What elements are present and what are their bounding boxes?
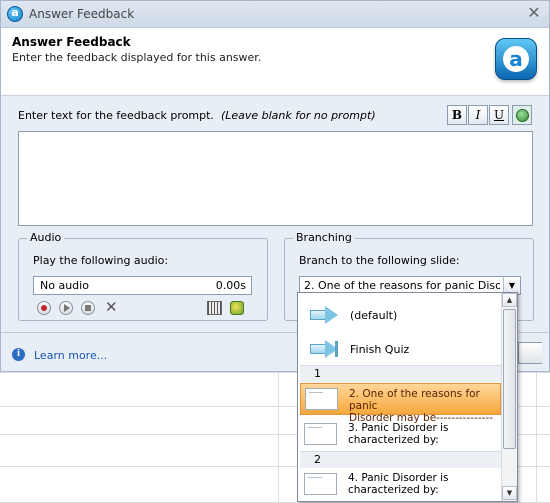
hyperlink-button[interactable]	[512, 105, 532, 125]
info-icon: i	[12, 348, 25, 361]
slide-group-header: 1	[300, 365, 501, 382]
option-label: (default)	[350, 309, 398, 322]
bold-button[interactable]: B	[447, 105, 467, 125]
slide-option-line: characterized by:	[348, 484, 439, 496]
audio-editor-icon[interactable]	[207, 301, 222, 315]
format-toolbar: B I U	[447, 105, 532, 125]
dropdown-scrollbar[interactable]: ▲ ▼	[501, 293, 517, 501]
audio-duration: 0.00s	[215, 279, 246, 292]
grid-line	[278, 372, 279, 503]
scroll-up-icon[interactable]: ▲	[502, 293, 517, 307]
slide-thumbnail	[304, 423, 337, 445]
app-logo-icon: a	[7, 6, 23, 22]
finish-arrow-icon	[310, 340, 338, 358]
brand-logo-glyph: a	[509, 47, 523, 71]
audio-file-name: No audio	[40, 279, 89, 292]
play-audio-label: Play the following audio:	[33, 254, 169, 267]
audio-controls: ✕	[37, 298, 252, 317]
slide-thumbnail	[304, 473, 337, 495]
window-title: Answer Feedback	[29, 7, 135, 21]
feedback-prompt-textarea[interactable]	[18, 131, 533, 226]
app-logo-glyph: a	[11, 6, 19, 19]
delete-audio-icon[interactable]: ✕	[105, 298, 118, 316]
close-icon[interactable]: ✕	[525, 3, 543, 22]
globe-link-icon	[515, 109, 529, 122]
scrollbar-thumb[interactable]	[503, 309, 516, 449]
import-audio-icon[interactable]	[230, 301, 244, 315]
prompt-hint: (Leave blank for no prompt)	[220, 109, 376, 122]
record-icon	[41, 305, 47, 311]
header-title: Answer Feedback	[12, 35, 131, 49]
arrow-right-icon	[310, 306, 338, 324]
grid-line	[536, 372, 537, 503]
dropdown-option-slide[interactable]: 2. One of the reasons for panic Disorder…	[300, 383, 501, 424]
header-subtitle: Enter the feedback displayed for this an…	[12, 51, 262, 64]
audio-group-label: Audio	[27, 231, 65, 244]
italic-button[interactable]: I	[468, 105, 488, 125]
slide-option-line: characterized by:	[348, 434, 439, 446]
dropdown-option-slide[interactable]: 4. Panic Disorder is characterized by:	[298, 469, 501, 501]
record-button[interactable]	[37, 301, 51, 315]
branch-dropdown-list[interactable]: (default) Finish Quiz 1 2. One of the re…	[297, 292, 518, 502]
branch-selected-value: 2. One of the reasons for panic Disord..…	[304, 279, 500, 292]
prompt-label: Enter text for the feedback prompt. (Lea…	[18, 109, 376, 122]
play-button[interactable]	[59, 301, 73, 315]
dialog-header: Answer Feedback Enter the feedback displ…	[1, 28, 549, 96]
audio-file-field[interactable]: No audio 0.00s	[33, 276, 252, 295]
learn-more-link[interactable]: Learn more...	[34, 349, 107, 362]
slide-option-line: 3. Panic Disorder is	[348, 422, 449, 434]
option-label: Finish Quiz	[350, 343, 410, 356]
slide-option-text: 3. Panic Disorder is characterized by:	[348, 422, 500, 446]
branching-group-label: Branching	[293, 231, 355, 244]
branch-label: Branch to the following slide:	[299, 254, 460, 267]
slide-thumbnail	[305, 388, 338, 410]
title-bar: a Answer Feedback ✕	[1, 1, 549, 28]
audio-group: Audio Play the following audio: No audio…	[18, 231, 268, 321]
slide-option-line: 2. One of the reasons for panic	[349, 388, 480, 412]
prompt-label-text: Enter text for the feedback prompt.	[18, 109, 214, 122]
play-icon	[64, 304, 70, 312]
scroll-down-icon[interactable]: ▼	[502, 486, 517, 500]
brand-logo: a	[495, 38, 537, 80]
stop-icon	[85, 305, 91, 311]
slide-group-header: 2	[300, 451, 501, 468]
dropdown-option-default[interactable]: (default)	[298, 301, 501, 329]
ok-button[interactable]	[518, 342, 542, 364]
slide-option-text: 4. Panic Disorder is characterized by:	[348, 472, 500, 496]
underline-button[interactable]: U	[489, 105, 509, 125]
slide-option-line: 4. Panic Disorder is	[348, 472, 449, 484]
stop-button[interactable]	[81, 301, 95, 315]
dropdown-option-finish-quiz[interactable]: Finish Quiz	[298, 335, 501, 363]
dropdown-option-slide[interactable]: 3. Panic Disorder is characterized by:	[298, 419, 501, 451]
